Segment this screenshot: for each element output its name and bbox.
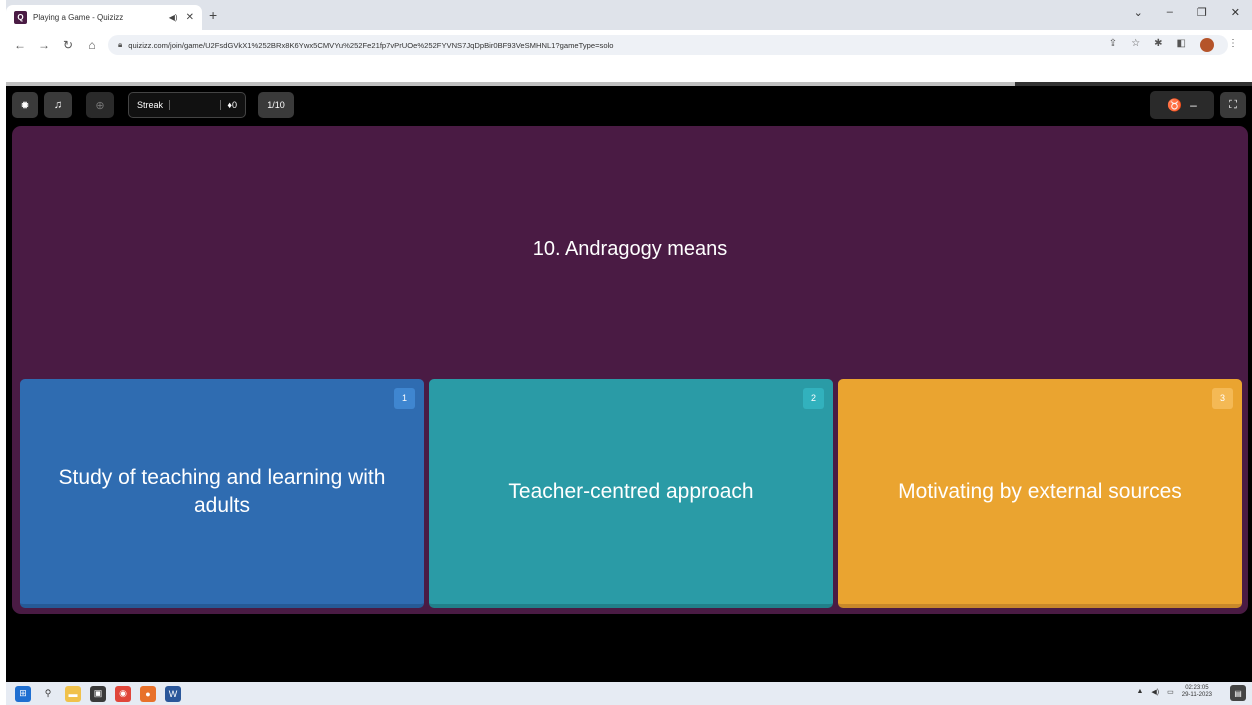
option-number: 1 [394, 388, 415, 409]
new-tab-icon[interactable]: + [209, 7, 217, 23]
home-icon[interactable]: ⌂ [82, 38, 102, 52]
clock-date: 29-11-2023 [1181, 691, 1212, 698]
speaker-icon[interactable]: ◀) [169, 13, 178, 22]
option-number: 2 [803, 388, 824, 409]
zoom-button[interactable]: ⊕ [86, 92, 114, 118]
quiz-game-area: ✹ ♫ ⊕ Streak ♦ 0 1/10 ♉ – ⛶ 10. Andragog… [6, 86, 1252, 682]
file-explorer-icon[interactable]: ▬ [65, 685, 81, 702]
question-text: 10. Andragogy means [532, 238, 728, 260]
quizizz-favicon-icon: Q [14, 11, 27, 24]
os-taskbar: ⊞ ⚲ ▬ ▣ ◉ ● W ▲ ◀) ▭ 02:23:05 29-11-2023… [6, 682, 1252, 705]
reload-icon[interactable]: ↻ [58, 38, 78, 52]
fullscreen-button[interactable]: ⛶ [1220, 92, 1246, 118]
store-icon[interactable]: ▣ [90, 685, 106, 702]
powerups-button[interactable]: ♉ – [1150, 91, 1214, 119]
page-top-margin [6, 60, 1252, 82]
option-text: Study of teaching and learning with adul… [58, 466, 386, 517]
address-bar[interactable]: 🔒︎ quizizz.com/join/game/U2FsdGVkX1%252B… [108, 35, 1228, 55]
firefox-icon[interactable]: ● [140, 685, 156, 702]
notification-icon[interactable]: ▤ [1230, 685, 1246, 701]
browser-actions: ⇪ ☆ ✱ ◧ ⋮ [1109, 38, 1238, 52]
bookmark-star-icon[interactable]: ☆ [1131, 38, 1140, 52]
profile-avatar[interactable] [1200, 38, 1214, 52]
answer-option-1[interactable]: 1 Study of teaching and learning with ad… [20, 379, 424, 608]
browser-toolbar: ← → ↻ ⌂ 🔒︎ quizizz.com/join/game/U2FsdGV… [6, 30, 1252, 60]
back-icon[interactable]: ← [10, 38, 30, 52]
question-counter: 1/10 [258, 92, 294, 118]
zoom-icon: ⊕ [95, 99, 105, 112]
gear-icon: ✹ [20, 99, 30, 112]
browser-tab-strip: Q Playing a Game - Quizizz ◀) ✕ + ⌄ – ❐ … [6, 0, 1252, 30]
side-panel-icon[interactable]: ◧ [1177, 38, 1186, 52]
music-button[interactable]: ♫ [44, 92, 72, 118]
music-note-icon: ♫ [53, 99, 63, 111]
url-text: quizizz.com/join/game/U2FsdGVkX1%252BRx8… [128, 40, 614, 50]
streak-count: 0 [231, 100, 237, 110]
restore-icon[interactable]: ❐ [1197, 6, 1207, 19]
streak-label: Streak [137, 100, 164, 110]
extensions-icon[interactable]: ✱ [1154, 38, 1162, 52]
browser-tab[interactable]: Q Playing a Game - Quizizz ◀) ✕ [6, 5, 202, 30]
question-panel: 10. Andragogy means 1 Study of teaching … [12, 126, 1248, 614]
lock-icon[interactable]: 🔒︎ [118, 40, 122, 50]
chrome-icon[interactable]: ◉ [115, 685, 131, 702]
settings-button[interactable]: ✹ [12, 92, 38, 118]
close-tab-icon[interactable]: ✕ [186, 12, 194, 23]
window-close-icon[interactable]: ✕ [1231, 6, 1240, 19]
search-icon[interactable]: ⚲ [40, 686, 56, 702]
screen: Q Playing a Game - Quizizz ◀) ✕ + ⌄ – ❐ … [0, 0, 1252, 705]
powerup-icon: ♉ [1167, 98, 1183, 112]
share-icon[interactable]: ⇪ [1109, 38, 1117, 52]
volume-icon[interactable]: ◀) [1151, 688, 1159, 696]
streak-bar [169, 100, 222, 110]
tray-chevron-icon[interactable]: ▲ [1136, 688, 1143, 695]
tab-title: Playing a Game - Quizizz [33, 13, 124, 22]
network-icon[interactable]: ▭ [1167, 688, 1174, 696]
windows-start-icon[interactable]: ⊞ [15, 685, 31, 702]
option-text: Motivating by external sources [898, 479, 1182, 503]
system-tray: ▲ ◀) ▭ 02:23:05 29-11-2023 [1136, 685, 1212, 698]
menu-dots-icon[interactable]: ⋮ [1228, 38, 1238, 52]
streak-indicator: Streak ♦ 0 [128, 92, 246, 118]
clock[interactable]: 02:23:05 29-11-2023 [1182, 685, 1212, 698]
clock-time: 02:23:05 [1185, 685, 1209, 691]
answer-option-2[interactable]: 2 Teacher-centred approach [429, 379, 833, 608]
option-number: 3 [1212, 388, 1233, 409]
powerup-value: – [1190, 98, 1197, 112]
option-text: Teacher-centred approach [508, 479, 754, 503]
minimize-icon[interactable]: – [1167, 6, 1173, 19]
forward-icon[interactable]: → [34, 38, 54, 52]
word-icon[interactable]: W [165, 685, 181, 702]
answer-option-3[interactable]: 3 Motivating by external sources [838, 379, 1242, 608]
tab-search-icon[interactable]: ⌄ [1134, 6, 1143, 19]
window-controls: ⌄ – ❐ ✕ [1134, 6, 1240, 19]
fullscreen-icon: ⛶ [1229, 98, 1237, 111]
